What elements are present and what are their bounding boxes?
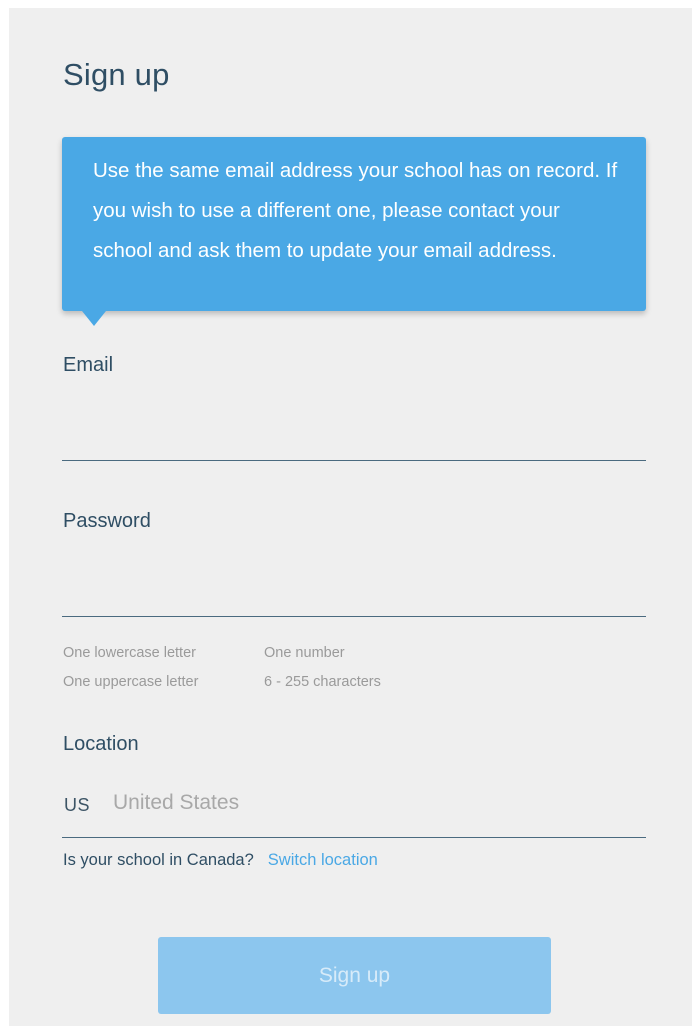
switch-location-link[interactable]: Switch location — [268, 851, 378, 869]
requirement-uppercase: One uppercase letter — [63, 674, 199, 690]
location-name: United States — [113, 791, 240, 814]
requirement-lowercase: One lowercase letter — [63, 645, 196, 661]
canada-prompt: Is your school in Canada? Switch location — [63, 851, 378, 870]
email-notice-text: Use the same email address your school h… — [93, 159, 618, 262]
sign-up-button[interactable]: Sign up — [158, 937, 551, 1014]
password-label: Password — [63, 510, 151, 532]
page-title: Sign up — [63, 57, 170, 92]
requirement-number: One number — [264, 645, 345, 661]
location-code: US — [64, 795, 91, 815]
email-input[interactable] — [62, 411, 646, 461]
requirement-length: 6 - 255 characters — [264, 674, 381, 690]
password-input[interactable] — [62, 567, 646, 617]
canada-question: Is your school in Canada? — [63, 851, 254, 869]
email-notice-tooltip: Use the same email address your school h… — [62, 137, 646, 326]
location-label: Location — [63, 733, 139, 755]
tooltip-arrow — [82, 311, 106, 326]
signup-panel: Sign up Use the same email address your … — [9, 8, 692, 1026]
location-field[interactable]: US United States — [62, 778, 646, 838]
email-label: Email — [63, 354, 114, 376]
